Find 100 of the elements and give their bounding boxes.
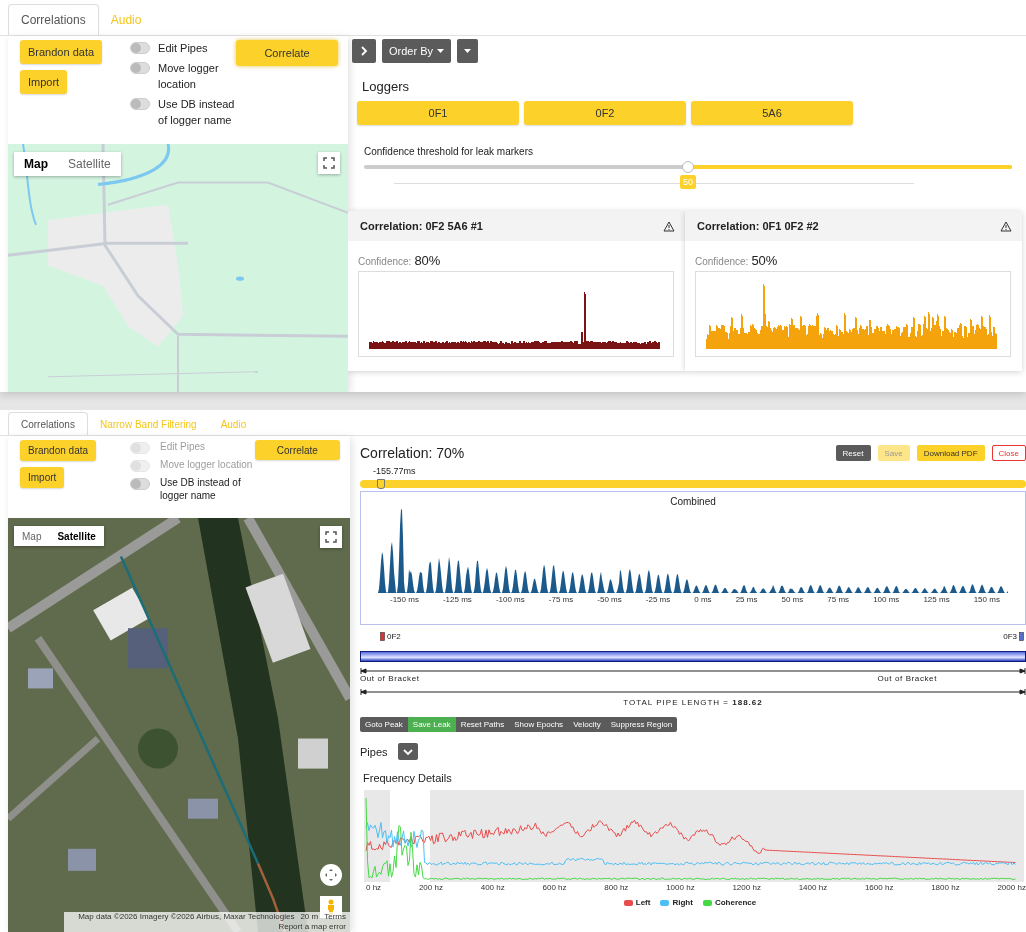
toggle-label: Edit Pipes (160, 440, 206, 453)
slider-track[interactable] (364, 160, 1012, 174)
tick-label: -125 ms (442, 595, 472, 604)
tick-label: 25 ms (735, 595, 758, 604)
tool-button[interactable]: Reset Paths (455, 717, 510, 732)
toggle-switch[interactable] (130, 478, 151, 490)
tick-label: 1800 hz (931, 883, 960, 892)
toggle-label: Move logger location (160, 458, 253, 471)
tab[interactable]: Correlations (8, 412, 88, 435)
tool-button[interactable]: Suppress Region (605, 717, 678, 732)
offset-slider[interactable] (360, 480, 1026, 488)
tick-label: -100 ms (495, 595, 525, 604)
legend-label: Coherence (714, 898, 757, 907)
terms-link[interactable]: Terms (324, 912, 346, 922)
toggle-switch[interactable] (130, 62, 151, 74)
warning-icon (1000, 220, 1012, 232)
correlate-button[interactable]: Correlate (254, 440, 340, 460)
tick-label: 600 hz (542, 883, 567, 892)
map-type-button[interactable]: Map (14, 526, 50, 546)
correlation-card[interactable]: Correlation: 0F1 0F2 #2 Confidence: 50% (685, 211, 1022, 371)
slider-value: 50 (680, 175, 696, 189)
fullscreen-button[interactable] (320, 526, 342, 548)
legend-label: Right (672, 898, 693, 907)
data-button[interactable]: Brandon data (20, 40, 103, 64)
import-button[interactable]: Import (20, 70, 68, 94)
chart-title: Combined (670, 496, 716, 507)
toggle-switch[interactable] (130, 42, 151, 54)
reset-button[interactable]: Reset (835, 445, 871, 461)
warning-icon (663, 220, 675, 232)
card-title: Correlation: 0F1 0F2 #2 (697, 220, 819, 232)
pipes-dropdown[interactable] (397, 743, 418, 760)
report-link[interactable]: Report a map error (278, 922, 346, 932)
caret-icon (437, 49, 444, 53)
tick-label: 1200 hz (732, 883, 761, 892)
confidence-value: 80% (414, 253, 441, 268)
logger-button[interactable]: 0F2 (524, 101, 686, 125)
import-button[interactable]: Import (20, 467, 65, 488)
tick-label: 75 ms (827, 595, 850, 604)
offset-label: -155.77ms (373, 466, 417, 478)
tick-label: 125 ms (923, 595, 950, 604)
toggle-label: Use DB instead of logger name (160, 476, 242, 502)
tick-label: 200 hz (418, 883, 443, 892)
move-arrows-icon (324, 868, 338, 882)
logger-button[interactable]: 0F1 (357, 101, 519, 125)
tick-label: 0 hz (366, 883, 382, 892)
tool-button[interactable]: Goto Peak (360, 717, 408, 732)
pipe-length-label: TOTAL PIPE LENGTH = 188.62 (622, 698, 764, 707)
section-title: Loggers (362, 79, 410, 96)
tick-label: 50 ms (781, 595, 804, 604)
correlation-title: Correlation: 70% (360, 445, 465, 461)
close-button[interactable]: Close (991, 445, 1026, 461)
slider-label: Confidence threshold for leak markers (364, 146, 534, 159)
tool-button[interactable]: Show Epochs (509, 717, 569, 732)
order-by-dropdown[interactable]: Order By (382, 39, 451, 63)
confidence-value: 50% (751, 253, 778, 268)
tab[interactable]: Correlations (8, 4, 99, 35)
tick-label: 1400 hz (798, 883, 828, 892)
download-button[interactable]: Download PDF (916, 445, 985, 461)
tick-label: 1000 hz (666, 883, 695, 892)
map-attribution: Map data ©2026 Imagery ©2026 Airbus, Maxar Technologies (78, 912, 295, 922)
chevron-down-icon (402, 746, 413, 757)
tick-label: -150 ms (390, 595, 419, 604)
tick-label: -75 ms (548, 595, 574, 604)
tick-label: 0 ms (694, 595, 712, 604)
fullscreen-button[interactable] (318, 152, 340, 174)
chevron-right-icon (359, 46, 369, 56)
confidence-label: Confidence: (358, 256, 412, 267)
confidence-label: Confidence: (695, 256, 749, 267)
data-button[interactable]: Brandon data (20, 440, 97, 461)
next-button[interactable] (352, 39, 376, 63)
tick-label: 400 hz (480, 883, 505, 892)
correlation-card[interactable]: Correlation: 0F2 5A6 #1 Confidence: 80% (348, 211, 685, 371)
map-type-button[interactable]: Satellite (49, 526, 104, 546)
fullscreen-icon (323, 157, 335, 169)
correlate-button[interactable]: Correlate (236, 40, 338, 66)
tick-label: -25 ms (645, 595, 671, 604)
tick-label: 100 ms (873, 595, 900, 604)
bracket-label: Out of Bracket (877, 674, 937, 683)
map-type-button[interactable]: Satellite (58, 152, 121, 176)
tick-label: 2000 hz (997, 883, 1026, 892)
map-type-button[interactable]: Map (14, 152, 58, 176)
tick-label: 1600 hz (864, 883, 894, 892)
logger-marker-icon (380, 631, 385, 641)
logger-label: 0F2 (387, 631, 401, 641)
logger-label: 0F3 (1003, 631, 1017, 641)
tool-button[interactable]: Velocity (568, 717, 606, 732)
logger-button[interactable]: 5A6 (691, 101, 853, 125)
bracket-label: Out of Bracket (360, 674, 420, 683)
slider-thumb[interactable] (682, 161, 694, 173)
toggle-label: Move logger location (158, 61, 220, 92)
sort-direction-button[interactable] (457, 39, 478, 63)
caret-icon (464, 49, 471, 53)
toggle-switch[interactable] (130, 98, 151, 110)
logger-marker-icon (1019, 631, 1024, 641)
slider-thumb[interactable] (376, 479, 385, 489)
tick-label: -50 ms (597, 595, 622, 604)
card-title: Correlation: 0F2 5A6 #1 (360, 220, 483, 232)
section-title: Pipes (360, 745, 388, 758)
tick-label: 800 hz (604, 883, 629, 892)
toggle-label: Use DB instead of logger name (158, 97, 236, 128)
